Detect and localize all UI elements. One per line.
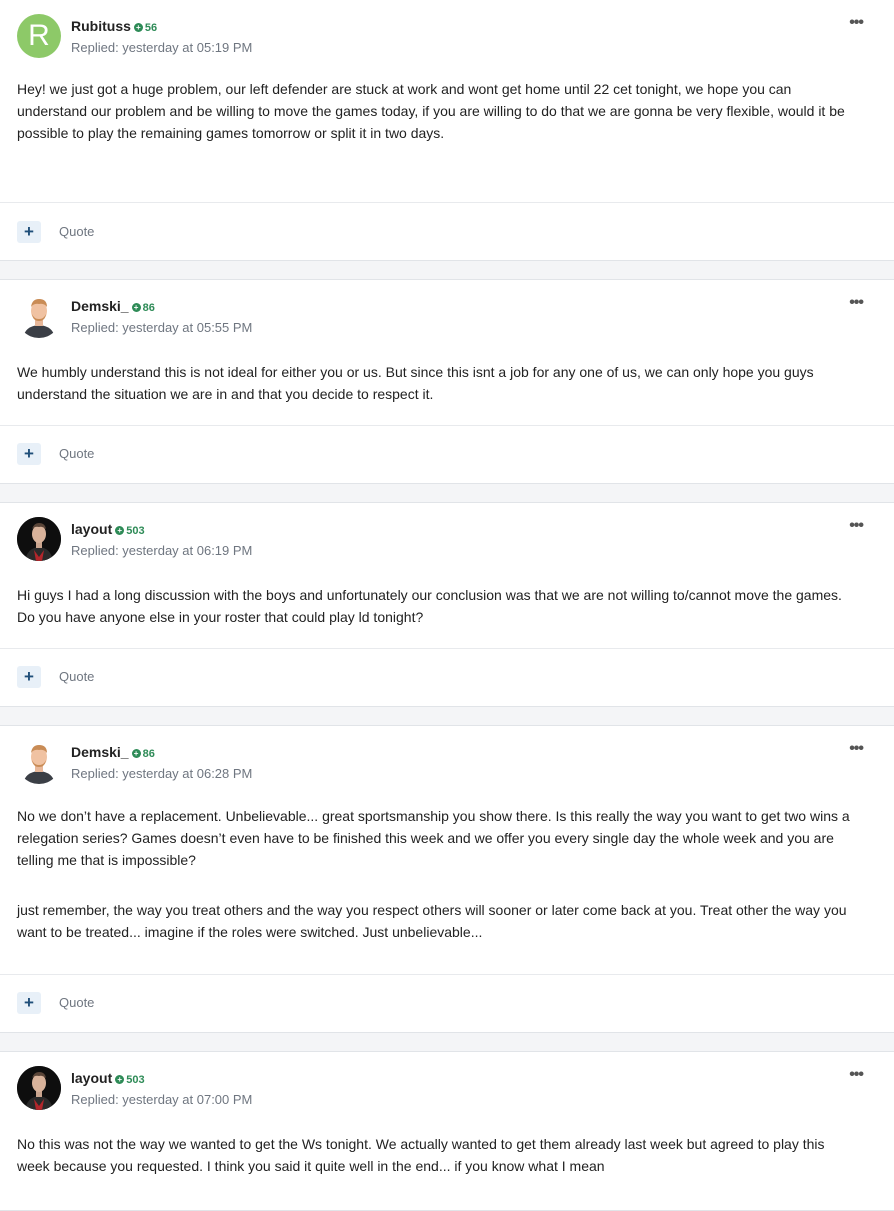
reputation-plus-icon: + bbox=[131, 749, 141, 758]
reputation-plus-icon: + bbox=[115, 1075, 125, 1084]
ellipsis-icon[interactable]: ••• bbox=[849, 294, 864, 312]
plus-icon[interactable]: + bbox=[17, 666, 41, 688]
ellipsis-icon[interactable]: ••• bbox=[849, 740, 864, 758]
forum-post: R Rubituss +56 Replied: yesterday at 05:1… bbox=[0, 0, 894, 261]
post-content: Hey! we just got a huge problem, our lef… bbox=[17, 78, 858, 144]
post-timestamp: Replied: yesterday at 07:00 PM bbox=[71, 1092, 253, 1107]
post-content: Hi guys I had a long discussion with the… bbox=[17, 584, 858, 628]
reputation-count: 86 bbox=[142, 747, 155, 760]
post-content: We humbly understand this is not ideal f… bbox=[17, 361, 858, 405]
avatar[interactable]: R bbox=[17, 14, 61, 58]
reputation-badge: +503 bbox=[115, 524, 145, 537]
username[interactable]: Rubituss +56 bbox=[71, 18, 157, 34]
quote-button[interactable]: Quote bbox=[59, 995, 94, 1010]
quote-button[interactable]: Quote bbox=[59, 224, 94, 239]
post-paragraph: Hey! we just got a huge problem, our lef… bbox=[17, 81, 845, 141]
avatar[interactable] bbox=[17, 1066, 61, 1110]
username[interactable]: Demski_ +86 bbox=[71, 744, 155, 760]
reputation-badge: +503 bbox=[115, 1073, 145, 1086]
post-paragraph: No we don’t have a replacement. Unbeliev… bbox=[17, 808, 850, 868]
avatar[interactable] bbox=[17, 294, 61, 338]
forum-post: layout +503 Replied: yesterday at 06:19 P… bbox=[0, 502, 894, 707]
post-paragraph: Hi guys I had a long discussion with the… bbox=[17, 587, 842, 625]
quote-button[interactable]: Quote bbox=[59, 669, 94, 684]
reputation-count: 503 bbox=[126, 524, 145, 537]
username-text[interactable]: Demski_ bbox=[71, 744, 129, 760]
post-timestamp: Replied: yesterday at 06:28 PM bbox=[71, 766, 253, 781]
ellipsis-icon[interactable]: ••• bbox=[849, 1066, 864, 1084]
plus-icon[interactable]: + bbox=[17, 443, 41, 465]
reputation-count: 86 bbox=[142, 301, 155, 314]
post-timestamp: Replied: yesterday at 06:19 PM bbox=[71, 543, 253, 558]
post-paragraph: No this was not the way we wanted to get… bbox=[17, 1136, 825, 1174]
reputation-badge: +56 bbox=[133, 21, 158, 34]
username[interactable]: layout +503 bbox=[71, 521, 145, 537]
reputation-badge: +86 bbox=[131, 747, 155, 760]
quote-button[interactable]: Quote bbox=[59, 446, 94, 461]
post-paragraph: just remember, the way you treat others … bbox=[17, 902, 847, 940]
reputation-count: 56 bbox=[144, 21, 158, 34]
reputation-plus-icon: + bbox=[131, 303, 141, 312]
forum-post: layout +503 Replied: yesterday at 07:00 P… bbox=[0, 1051, 894, 1211]
post-paragraph: We humbly understand this is not ideal f… bbox=[17, 364, 814, 402]
divider bbox=[0, 648, 894, 649]
avatar[interactable] bbox=[17, 740, 61, 784]
username-text[interactable]: layout bbox=[71, 1070, 112, 1086]
post-timestamp: Replied: yesterday at 05:19 PM bbox=[71, 40, 253, 55]
username-text[interactable]: layout bbox=[71, 521, 112, 537]
username-text[interactable]: Demski_ bbox=[71, 298, 129, 314]
reputation-plus-icon: + bbox=[115, 526, 125, 535]
forum-post: Demski_ +86 Replied: yesterday at 05:55 P… bbox=[0, 279, 894, 484]
avatar[interactable] bbox=[17, 517, 61, 561]
reputation-plus-icon: + bbox=[133, 23, 143, 32]
reputation-count: 503 bbox=[126, 1073, 145, 1086]
username[interactable]: layout +503 bbox=[71, 1070, 145, 1086]
ellipsis-icon[interactable]: ••• bbox=[849, 14, 864, 32]
username[interactable]: Demski_ +86 bbox=[71, 298, 155, 314]
username-text[interactable]: Rubituss bbox=[71, 18, 131, 34]
divider bbox=[0, 974, 894, 975]
forum-post: Demski_ +86 Replied: yesterday at 06:28 P… bbox=[0, 725, 894, 1033]
reputation-badge: +86 bbox=[131, 301, 155, 314]
post-content: No this was not the way we wanted to get… bbox=[17, 1133, 858, 1177]
divider bbox=[0, 425, 894, 426]
post-content: No we don’t have a replacement. Unbeliev… bbox=[17, 805, 858, 943]
plus-icon[interactable]: + bbox=[17, 221, 41, 243]
plus-icon[interactable]: + bbox=[17, 992, 41, 1014]
ellipsis-icon[interactable]: ••• bbox=[849, 517, 864, 535]
post-timestamp: Replied: yesterday at 05:55 PM bbox=[71, 320, 253, 335]
divider bbox=[0, 202, 894, 203]
